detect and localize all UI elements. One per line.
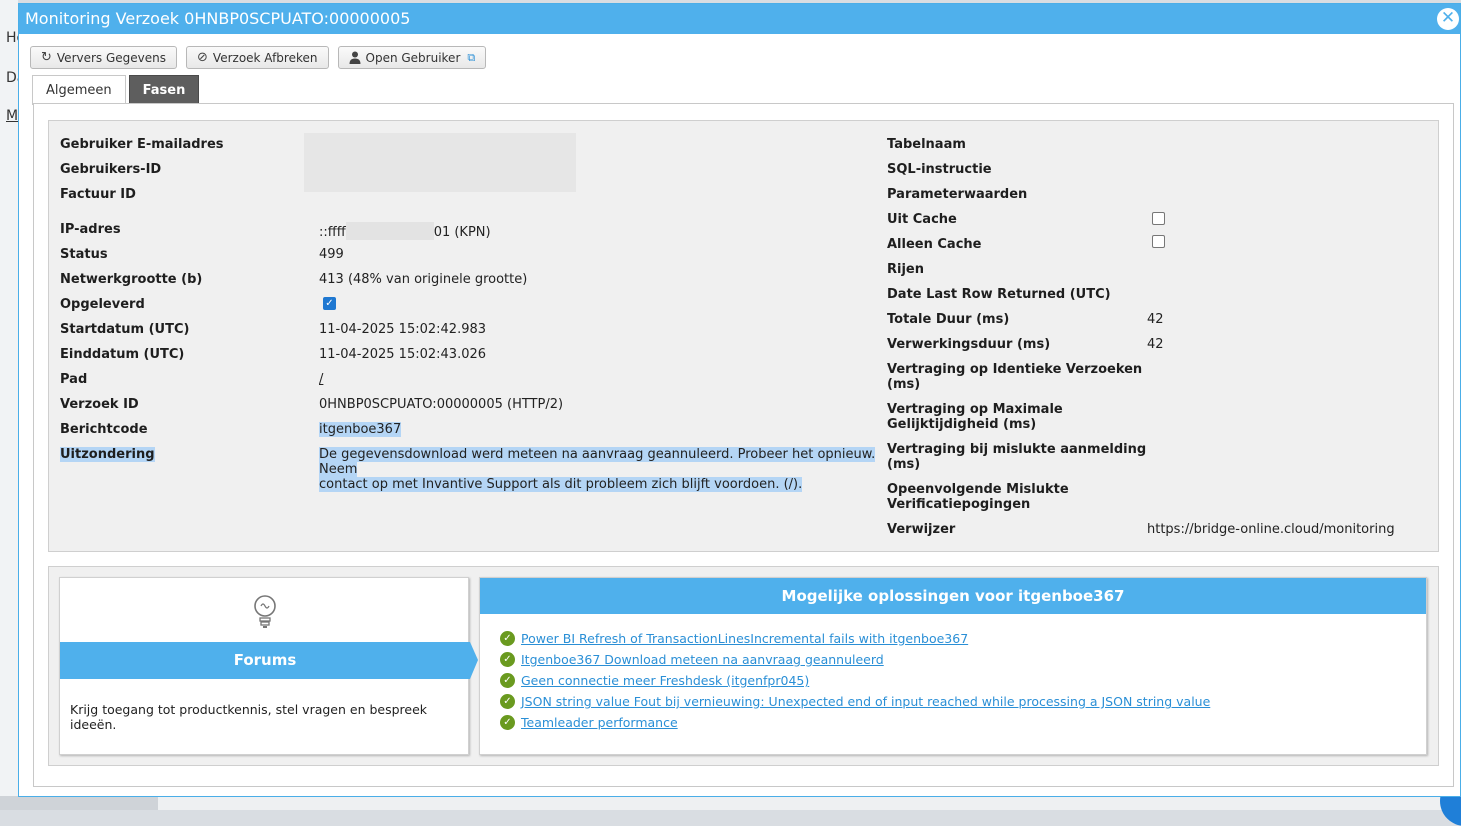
- message-code-value: itgenboe367: [319, 422, 402, 437]
- ip-label: IP-adres: [60, 222, 121, 237]
- invoice-id-label: Factuur ID: [60, 187, 136, 202]
- check-circle-icon: ✓: [500, 673, 515, 688]
- referrer-value: https://bridge-online.cloud/monitoring: [1147, 522, 1395, 537]
- solutions-list: ✓ Power BI Refresh of TransactionLinesInc…: [480, 614, 1426, 733]
- request-details: Gebruiker E-mailadres Gebruikers-ID Fact…: [48, 120, 1439, 552]
- network-size-label: Netwerkgrootte (b): [60, 272, 203, 287]
- solution-link[interactable]: Teamleader performance: [521, 715, 678, 730]
- solution-link[interactable]: Geen connectie meer Freshdesk (itgenfpr0…: [521, 673, 809, 688]
- end-date-value: 11-04-2025 15:02:43.026: [319, 347, 487, 362]
- delay-identical-label: Vertraging op Identieke Verzoeken (ms): [887, 362, 1143, 392]
- referrer-label: Verwijzer: [887, 522, 956, 537]
- forums-arrow: [470, 642, 478, 679]
- solution-link[interactable]: Power BI Refresh of TransactionLinesIncr…: [521, 631, 968, 646]
- ip-value: ::ffff 01 (KPN): [319, 222, 491, 240]
- refresh-button[interactable]: ↻ Ververs Gegevens: [30, 46, 178, 69]
- path-label: Pad: [60, 372, 88, 387]
- redacted-ip: [345, 222, 434, 240]
- rows-label: Rijen: [887, 262, 924, 277]
- processing-duration-label: Verwerkingsduur (ms): [887, 337, 1051, 352]
- processing-duration-value: 42: [1147, 337, 1164, 352]
- delivered-checkbox[interactable]: ✓: [323, 297, 336, 310]
- status-label: Status: [60, 247, 108, 262]
- dialog-title: Monitoring Verzoek 0HNBP0SCPUATO:0000000…: [25, 9, 411, 28]
- solution-link[interactable]: Itgenboe367 Download meteen na aanvraag …: [521, 652, 884, 667]
- list-item: ✓ Itgenboe367 Download meteen na aanvraag…: [500, 649, 1426, 670]
- help-section: Forums Krijg toegang tot productkennis, …: [48, 566, 1439, 766]
- dialog-titlebar[interactable]: Monitoring Verzoek 0HNBP0SCPUATO:0000000…: [19, 4, 1460, 34]
- refresh-button-label: Ververs Gegevens: [56, 50, 167, 65]
- from-cache-checkbox[interactable]: [1152, 212, 1165, 225]
- abort-request-button[interactable]: ⊘ Verzoek Afbreken: [186, 46, 329, 69]
- background-app-sidebar: Ho Da M: [0, 0, 25, 810]
- delay-parallel-label: Vertraging op Maximale Gelijktijdigheid (…: [887, 402, 1063, 432]
- start-date-label: Startdatum (UTC): [60, 322, 190, 337]
- exception-label: Uitzondering: [60, 447, 155, 462]
- background-fragment: M: [6, 108, 19, 124]
- open-user-button[interactable]: Open Gebruiker ⧉: [337, 46, 487, 69]
- solution-link[interactable]: JSON string value Fout bij vernieuwing: …: [521, 694, 1210, 709]
- list-item: ✓ Power BI Refresh of TransactionLinesInc…: [500, 628, 1426, 649]
- only-cache-checkbox[interactable]: [1152, 235, 1165, 248]
- monitoring-dialog: Monitoring Verzoek 0HNBP0SCPUATO:0000000…: [18, 3, 1461, 797]
- forums-card[interactable]: Forums Krijg toegang tot productkennis, …: [59, 577, 478, 755]
- list-item: ✓ Geen connectie meer Freshdesk (itgenfpr…: [500, 670, 1426, 691]
- solutions-card: Mogelijke oplossingen voor itgenboe367 ✓…: [479, 577, 1427, 755]
- message-code-label: Berichtcode: [60, 422, 148, 437]
- redacted-user-info: [304, 133, 576, 192]
- network-size-value: 413 (48% van originele grootte): [319, 272, 528, 287]
- external-link-icon: ⧉: [467, 50, 476, 64]
- request-id-value: 0HNBP0SCPUATO:00000005 (HTTP/2): [319, 397, 564, 412]
- end-date-label: Einddatum (UTC): [60, 347, 185, 362]
- toolbar: ↻ Ververs Gegevens ⊘ Verzoek Afbreken Op…: [30, 46, 487, 69]
- forums-description: Krijg toegang tot productkennis, stel vr…: [70, 702, 428, 732]
- params-label: Parameterwaarden: [887, 187, 1028, 202]
- only-cache-label: Alleen Cache: [887, 237, 982, 252]
- sql-label: SQL-instructie: [887, 162, 992, 177]
- ban-icon: ⊘: [197, 50, 208, 65]
- check-circle-icon: ✓: [500, 652, 515, 667]
- tab-general[interactable]: Algemeen: [32, 75, 126, 105]
- background-app-footer: [0, 796, 1461, 810]
- last-row-label: Date Last Row Returned (UTC): [887, 287, 1111, 302]
- user-icon: [349, 51, 360, 64]
- lightbulb-icon: [254, 595, 276, 628]
- exception-value: De gegevensdownload werd meteen na aanvr…: [319, 447, 876, 492]
- total-duration-label: Totale Duur (ms): [887, 312, 1010, 327]
- list-item: ✓ JSON string value Fout bij vernieuwing:…: [500, 691, 1426, 712]
- request-id-label: Verzoek ID: [60, 397, 139, 412]
- check-circle-icon: ✓: [500, 694, 515, 709]
- path-link[interactable]: /: [319, 372, 323, 387]
- total-duration-value: 42: [1147, 312, 1164, 327]
- list-item: ✓ Teamleader performance: [500, 712, 1426, 733]
- from-cache-label: Uit Cache: [887, 212, 957, 227]
- delay-failed-login-label: Vertraging bij mislukte aanmelding (ms): [887, 442, 1147, 472]
- start-date-value: 11-04-2025 15:02:42.983: [319, 322, 487, 337]
- check-circle-icon: ✓: [500, 715, 515, 730]
- check-circle-icon: ✓: [500, 631, 515, 646]
- table-name-label: Tabelnaam: [887, 137, 966, 152]
- abort-request-button-label: Verzoek Afbreken: [212, 50, 318, 65]
- refresh-icon: ↻: [41, 50, 52, 65]
- email-label: Gebruiker E-mailadres: [60, 137, 224, 152]
- status-value: 499: [319, 247, 344, 262]
- open-user-button-label: Open Gebruiker: [365, 50, 461, 65]
- failed-attempts-label: Opeenvolgende Mislukte Verificatiepoginge…: [887, 482, 1069, 512]
- tab-panel-general: Gebruiker E-mailadres Gebruikers-ID Fact…: [33, 103, 1454, 787]
- delivered-label: Opgeleverd: [60, 297, 145, 312]
- forums-title: Forums: [60, 642, 470, 679]
- tab-bar: Algemeen Fasen: [32, 75, 200, 105]
- solutions-title: Mogelijke oplossingen voor itgenboe367: [480, 578, 1426, 614]
- user-id-label: Gebruikers-ID: [60, 162, 162, 177]
- close-icon[interactable]: ✕: [1437, 8, 1459, 30]
- tab-phases[interactable]: Fasen: [128, 75, 200, 104]
